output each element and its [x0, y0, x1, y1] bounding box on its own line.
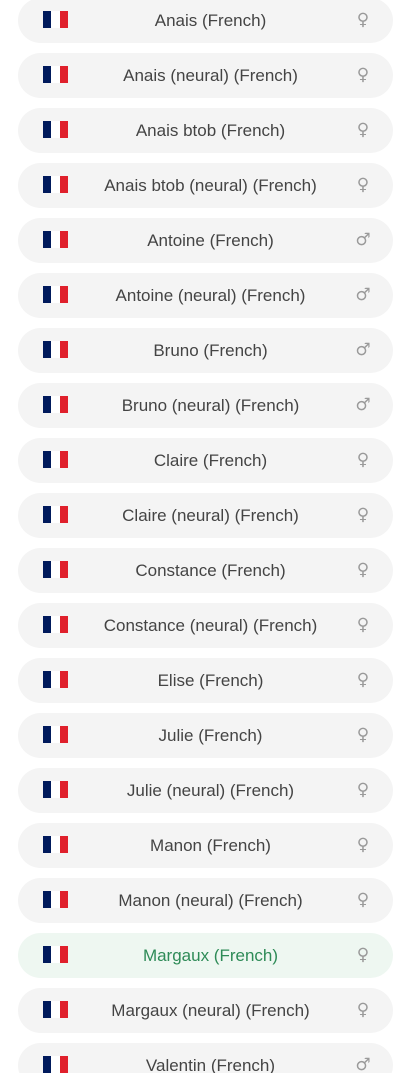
female-icon: ♀: [356, 65, 370, 85]
voice-name: Manon (neural) (French): [118, 891, 303, 910]
france-flag-icon: [43, 891, 68, 908]
voice-list-item[interactable]: Constance (neural) (French) ♀: [18, 603, 393, 648]
voice-name: Manon (French): [150, 836, 271, 855]
voice-list-item[interactable]: Anais btob (French) ♀: [18, 108, 393, 153]
france-flag-icon: [43, 231, 68, 248]
voice-list-item[interactable]: Manon (French) ♀: [18, 823, 393, 868]
voice-list-item[interactable]: Anais btob (neural) (French) ♀: [18, 163, 393, 208]
voice-name: Antoine (French): [147, 231, 274, 250]
france-flag-icon: [43, 836, 68, 853]
voice-list-item-selected[interactable]: Margaux (French) ♀: [18, 933, 393, 978]
voice-name: Constance (French): [135, 561, 286, 580]
female-icon: ♀: [356, 120, 370, 140]
voice-name: Claire (French): [153, 451, 268, 470]
female-icon: ♀: [356, 780, 370, 800]
female-icon: ♀: [356, 890, 370, 910]
voice-name: Constance (neural) (French): [103, 616, 318, 635]
voice-name: Anais (neural) (French): [123, 66, 298, 85]
france-flag-icon: [43, 671, 68, 688]
female-icon: ♀: [356, 10, 370, 30]
voice-list-item[interactable]: Anais (neural) (French) ♀: [18, 53, 393, 98]
voice-list-item[interactable]: Bruno (French) ♂: [18, 328, 393, 373]
voice-name: Elise (French): [157, 671, 264, 690]
voice-list: Anais (French) ♀ Anais (neural) (French)…: [18, 0, 393, 1073]
france-flag-icon: [43, 1001, 68, 1018]
voice-name: Julie (neural) (French): [126, 781, 295, 800]
voice-list-item[interactable]: Margaux (neural) (French) ♀: [18, 988, 393, 1033]
female-icon: ♀: [356, 175, 370, 195]
voice-name: Margaux (neural) (French): [111, 1001, 310, 1020]
voice-list-item[interactable]: Valentin (French) ♂: [18, 1043, 393, 1073]
france-flag-icon: [43, 1056, 68, 1073]
voice-list-item[interactable]: Elise (French) ♀: [18, 658, 393, 703]
voice-list-item[interactable]: Claire (French) ♀: [18, 438, 393, 483]
voice-name: Julie (French): [158, 726, 263, 745]
voice-list-item[interactable]: Anais (French) ♀: [18, 0, 393, 43]
voice-list-item[interactable]: Claire (neural) (French) ♀: [18, 493, 393, 538]
female-icon: ♀: [356, 945, 370, 965]
male-icon: ♂: [355, 1055, 371, 1073]
voice-name: Margaux (French): [142, 946, 279, 965]
france-flag-icon: [43, 726, 68, 743]
france-flag-icon: [43, 946, 68, 963]
female-icon: ♀: [356, 1000, 370, 1020]
voice-name: Antoine (neural) (French): [115, 286, 306, 305]
france-flag-icon: [43, 506, 68, 523]
france-flag-icon: [43, 561, 68, 578]
voice-name: Anais btob (neural) (French): [104, 176, 317, 195]
female-icon: ♀: [356, 615, 370, 635]
france-flag-icon: [43, 11, 68, 28]
france-flag-icon: [43, 176, 68, 193]
voice-list-item[interactable]: Julie (neural) (French) ♀: [18, 768, 393, 813]
voice-name: Valentin (French): [145, 1056, 276, 1073]
voice-list-item[interactable]: Antoine (French) ♂: [18, 218, 393, 263]
male-icon: ♂: [355, 395, 371, 415]
voice-list-item[interactable]: Constance (French) ♀: [18, 548, 393, 593]
voice-list-item[interactable]: Manon (neural) (French) ♀: [18, 878, 393, 923]
france-flag-icon: [43, 396, 68, 413]
france-flag-icon: [43, 616, 68, 633]
france-flag-icon: [43, 341, 68, 358]
voice-name: Claire (neural) (French): [122, 506, 299, 525]
male-icon: ♂: [355, 285, 371, 305]
female-icon: ♀: [356, 835, 370, 855]
voice-name: Bruno (French): [153, 341, 268, 360]
female-icon: ♀: [356, 560, 370, 580]
voice-name: Bruno (neural) (French): [121, 396, 300, 415]
france-flag-icon: [43, 781, 68, 798]
voice-name: Anais btob (French): [135, 121, 286, 140]
voice-name: Anais (French): [154, 11, 267, 30]
male-icon: ♂: [355, 230, 371, 250]
france-flag-icon: [43, 121, 68, 138]
france-flag-icon: [43, 286, 68, 303]
voice-list-item[interactable]: Bruno (neural) (French) ♂: [18, 383, 393, 428]
female-icon: ♀: [356, 450, 370, 470]
france-flag-icon: [43, 451, 68, 468]
france-flag-icon: [43, 66, 68, 83]
male-icon: ♂: [355, 340, 371, 360]
female-icon: ♀: [356, 725, 370, 745]
voice-list-item[interactable]: Antoine (neural) (French) ♂: [18, 273, 393, 318]
female-icon: ♀: [356, 670, 370, 690]
female-icon: ♀: [356, 505, 370, 525]
voice-list-item[interactable]: Julie (French) ♀: [18, 713, 393, 758]
